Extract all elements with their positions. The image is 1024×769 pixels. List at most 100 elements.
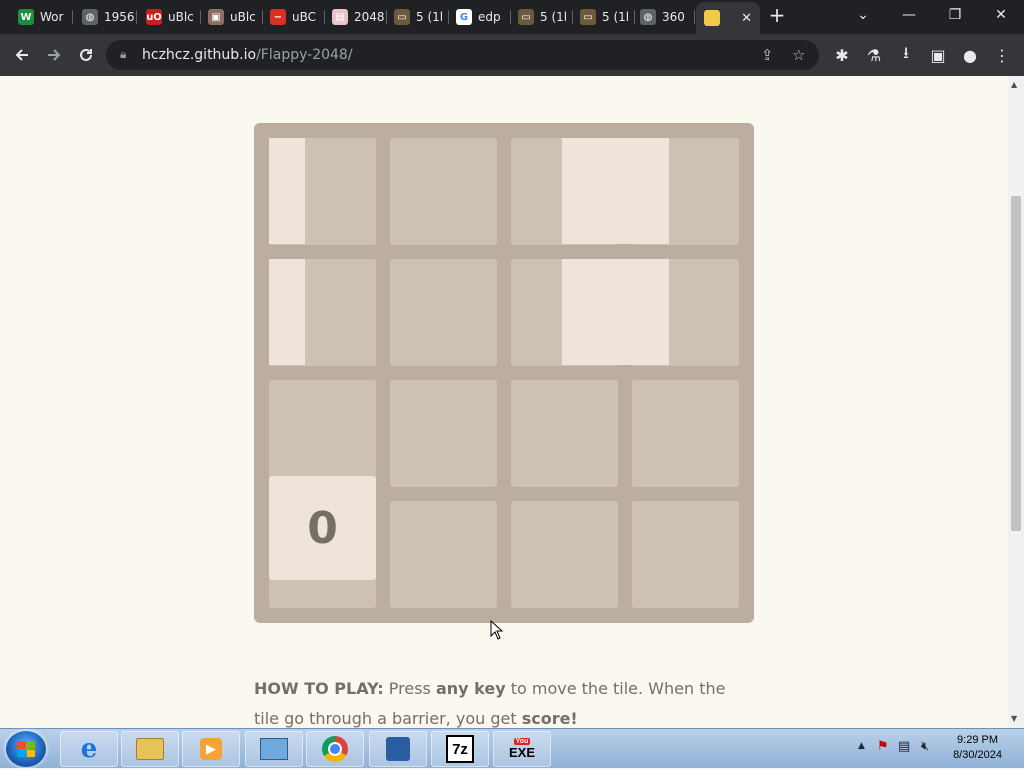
page-icon: ▤ xyxy=(332,9,348,25)
minimize-button[interactable]: — xyxy=(886,0,932,30)
profile-icon[interactable]: ● xyxy=(958,43,982,67)
reload-icon xyxy=(80,48,92,61)
barrier-block xyxy=(269,138,305,244)
system-clock[interactable]: 9:29 PM 8/30/2024 xyxy=(953,733,1002,763)
7zip-icon: 7z xyxy=(446,735,474,763)
grid-cell xyxy=(632,380,739,487)
reload-button[interactable] xyxy=(74,43,98,67)
globe-icon: ◍ xyxy=(82,9,98,25)
grid-cell xyxy=(390,380,497,487)
browser-tab[interactable]: ▭ 5 (1l xyxy=(386,4,448,30)
browser-tab[interactable]: ▤ 2048 xyxy=(324,4,386,30)
share-icon[interactable]: ⇪ xyxy=(761,46,774,64)
game-board[interactable]: 0 xyxy=(254,123,754,623)
taskbar-youtube-exe[interactable]: You EXE xyxy=(493,731,551,767)
menu-kebab-icon[interactable]: ⋮ xyxy=(990,43,1014,67)
folder-icon: ▭ xyxy=(518,9,534,25)
youtube-exe-icon: You EXE xyxy=(508,736,536,762)
restore-button[interactable]: ❐ xyxy=(932,0,978,30)
tab-title: 1956 xyxy=(104,10,135,24)
forward-button[interactable] xyxy=(42,43,66,67)
browser-tab[interactable]: ✕ xyxy=(696,2,760,34)
scroll-down-icon[interactable]: ▼ xyxy=(1011,714,1017,723)
browser-tab[interactable]: ◍ 1956 xyxy=(74,4,136,30)
taskbar-app[interactable] xyxy=(369,731,427,767)
download-icon[interactable]: ⭳ xyxy=(894,43,918,67)
url-path: /Flappy-2048/ xyxy=(256,47,353,63)
scrollbar-thumb[interactable] xyxy=(1011,196,1021,531)
back-arrow-icon xyxy=(15,49,28,61)
internet-explorer-icon: e xyxy=(80,734,98,764)
barrier-block xyxy=(269,259,305,365)
labs-flask-icon[interactable]: ⚗ xyxy=(862,43,886,67)
how-to-play: HOW TO PLAY: Press any key to move the t… xyxy=(254,674,754,728)
folder-icon: ▭ xyxy=(580,9,596,25)
url-text[interactable]: hczhcz.github.io/Flappy-2048/ xyxy=(142,47,353,63)
new-tab-button[interactable]: + xyxy=(754,0,800,30)
clock-time: 9:29 PM xyxy=(957,734,999,746)
page-scrollbar[interactable]: ▲ ▼ xyxy=(1008,76,1024,728)
scroll-up-icon[interactable]: ▲ xyxy=(1011,80,1017,89)
start-button[interactable] xyxy=(6,731,46,767)
tab-title: edp xyxy=(478,10,501,24)
taskbar-chrome[interactable] xyxy=(306,731,364,767)
7zip-label: 7z xyxy=(446,735,474,763)
action-center-flag-icon[interactable]: ⚑ xyxy=(877,739,889,754)
address-bar[interactable]: 🔒︎ hczhcz.github.io/Flappy-2048/ ⇪ ☆ xyxy=(106,40,819,70)
grid-cell xyxy=(511,380,618,487)
browser-tab[interactable]: uO uBlc xyxy=(138,4,200,30)
exe-label: EXE xyxy=(508,745,535,760)
browser-tab[interactable]: − uBC xyxy=(262,4,324,30)
taskbar-media-player[interactable]: ▶ xyxy=(182,731,240,767)
taskbar-file-explorer[interactable] xyxy=(121,731,179,767)
volume-muted-icon[interactable]: 🔇︎ xyxy=(921,739,929,754)
extensions-icon[interactable]: ✱ xyxy=(830,43,854,67)
browser-tab[interactable]: Gedp xyxy=(448,4,510,30)
grid-cell xyxy=(390,259,497,366)
browser-tab[interactable]: ◍ 360 xyxy=(632,4,694,30)
word-icon: W xyxy=(18,9,34,25)
tab-title: uBlc xyxy=(168,10,194,24)
youtube-label: You xyxy=(513,738,531,745)
folder-icon: ▭ xyxy=(394,9,410,25)
taskbar-control-panel[interactable] xyxy=(245,731,303,767)
browser-tab[interactable]: ▣ uBlc xyxy=(200,4,262,30)
howto-text-1: Press xyxy=(383,679,436,698)
player-tile: 0 xyxy=(269,476,376,580)
windows-taskbar: e ▶ 7z You EXE ▲ ⚑ ▤ 🔇︎ 9:29 PM 8/30/202… xyxy=(0,728,1024,768)
side-panel-icon[interactable]: ▣ xyxy=(926,43,950,67)
network-icon[interactable]: ▤ xyxy=(898,739,910,754)
app-icon xyxy=(384,736,412,762)
tab-title: uBlc xyxy=(230,10,256,24)
globe-icon: ◍ xyxy=(640,9,656,25)
taskbar-7zip[interactable]: 7z xyxy=(431,731,489,767)
grid-cell xyxy=(269,380,376,487)
close-window-button[interactable]: ✕ xyxy=(978,0,1024,30)
tab-close-icon[interactable]: ✕ xyxy=(741,11,752,26)
forward-arrow-icon xyxy=(48,49,61,61)
tab-title: uBC xyxy=(292,10,317,24)
barrier-block xyxy=(562,138,669,244)
grid-cell xyxy=(390,138,497,245)
clock-date: 8/30/2024 xyxy=(953,749,1002,761)
show-hidden-icons-icon[interactable]: ▲ xyxy=(858,741,865,751)
tab-title: 5 (1l xyxy=(540,10,568,24)
bookmark-star-icon[interactable]: ☆ xyxy=(792,46,805,64)
browser-tab[interactable]: ▭ 5 (1l xyxy=(510,4,572,30)
howto-key: any key xyxy=(435,679,506,698)
ublock-icon: uO xyxy=(146,9,162,25)
browser-tab[interactable]: ▭ 5 (1l xyxy=(572,4,634,30)
tab-title: Wor xyxy=(40,10,64,24)
tab-separator xyxy=(694,10,695,24)
howto-score: score! xyxy=(521,709,578,728)
browser-tab[interactable]: W Wor xyxy=(10,4,72,30)
tab-separator xyxy=(72,10,73,24)
tab-search-icon[interactable]: ⌄ xyxy=(840,0,886,30)
howto-label: HOW TO PLAY: xyxy=(254,679,384,698)
stop-icon: − xyxy=(270,9,286,25)
tab-title: 2048 xyxy=(354,10,385,24)
back-button[interactable] xyxy=(10,43,34,67)
file-explorer-icon xyxy=(136,736,164,762)
tab-title: 360 xyxy=(662,10,685,24)
taskbar-internet-explorer[interactable]: e xyxy=(60,731,118,767)
